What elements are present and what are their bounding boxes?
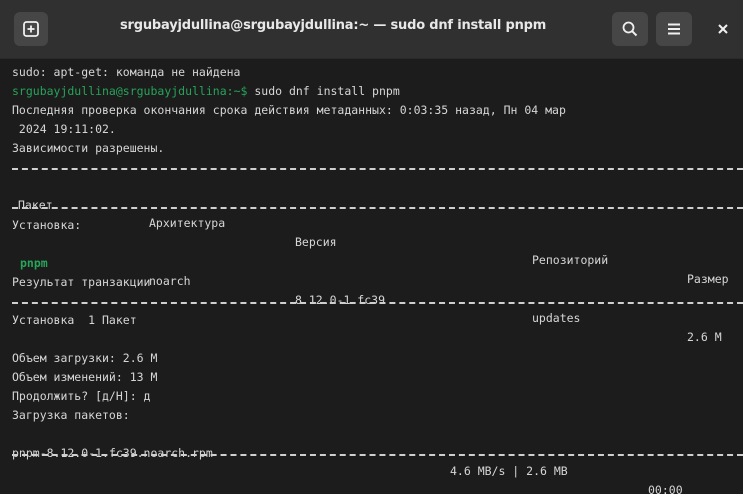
separator bbox=[12, 168, 743, 170]
title-bar: srgubayjdullina@srgubayjdullina:~ — sudo… bbox=[0, 0, 743, 59]
close-icon bbox=[718, 24, 728, 34]
separator bbox=[12, 454, 743, 456]
installed-size: Объем изменений: 13 M bbox=[12, 370, 158, 384]
separator bbox=[12, 302, 743, 304]
header-arch: Архитектура bbox=[149, 216, 226, 231]
prompt-line: srgubayjdullina@srgubayjdullina:~$ sudo … bbox=[12, 82, 400, 101]
table-row: pnpm noarch 8.12.0-1.fc39 updates 2.6 M bbox=[12, 235, 743, 344]
row-version: 8.12.0-1.fc39 bbox=[295, 292, 386, 307]
summary-install: Установка 1 Пакет bbox=[12, 313, 137, 327]
row-size: 2.6 M bbox=[687, 329, 722, 344]
prompt-command: sudo dnf install pnpm bbox=[247, 84, 400, 98]
header-repo: Репозиторий bbox=[532, 253, 609, 268]
output-line-metadata: Последняя проверка окончания срока дейст… bbox=[12, 103, 566, 117]
header-package: Пакет bbox=[18, 197, 53, 212]
new-tab-button[interactable] bbox=[14, 12, 48, 46]
new-tab-icon bbox=[23, 21, 39, 37]
row-package: pnpm bbox=[20, 255, 48, 270]
hamburger-menu-icon bbox=[668, 23, 680, 35]
downloading-label: Загрузка пакетов: bbox=[12, 408, 130, 422]
output-line-date: 2024 19:11:02. bbox=[12, 122, 116, 136]
table-header-row: Пакет Архитектура Версия Репозиторий Раз… bbox=[12, 177, 743, 286]
terminal-window: srgubayjdullina@srgubayjdullina:~ — sudo… bbox=[0, 0, 743, 494]
header-size: Размер bbox=[687, 271, 729, 286]
download-progress-row: pnpm-8.12.0-1.fc39.noarch.rpm 4.6 MB/s |… bbox=[12, 425, 743, 494]
summary-title: Результат транзакции bbox=[12, 275, 151, 289]
download-size: Объем загрузки: 2.6 M bbox=[12, 351, 158, 365]
confirm-prompt: Продолжить? [д/Н]: д bbox=[12, 389, 151, 403]
window-title: srgubayjdullina@srgubayjdullina:~ — sudo… bbox=[120, 18, 547, 33]
separator bbox=[12, 207, 743, 209]
row-repo: updates bbox=[532, 311, 581, 326]
prompt-suffix: :~$ bbox=[226, 84, 248, 98]
terminal-output[interactable]: sudo: apt-get: команда не найдена srguba… bbox=[0, 59, 743, 494]
row-arch: noarch bbox=[149, 274, 191, 289]
output-line-error: sudo: apt-get: команда не найдена bbox=[12, 65, 241, 79]
search-button[interactable] bbox=[612, 12, 648, 46]
install-label: Установка: bbox=[12, 218, 82, 232]
download-time: 00:00 bbox=[648, 482, 683, 494]
menu-button[interactable] bbox=[656, 12, 692, 46]
search-icon bbox=[622, 21, 638, 37]
output-line-deps: Зависимости разрешены. bbox=[12, 141, 165, 155]
download-file: pnpm-8.12.0-1.fc39.noarch.rpm bbox=[12, 445, 213, 460]
prompt-user-host: srgubayjdullina@srgubayjdullina bbox=[12, 84, 227, 98]
download-speed: 4.6 MB/s | 2.6 MB bbox=[450, 464, 568, 479]
close-button[interactable] bbox=[708, 12, 738, 46]
